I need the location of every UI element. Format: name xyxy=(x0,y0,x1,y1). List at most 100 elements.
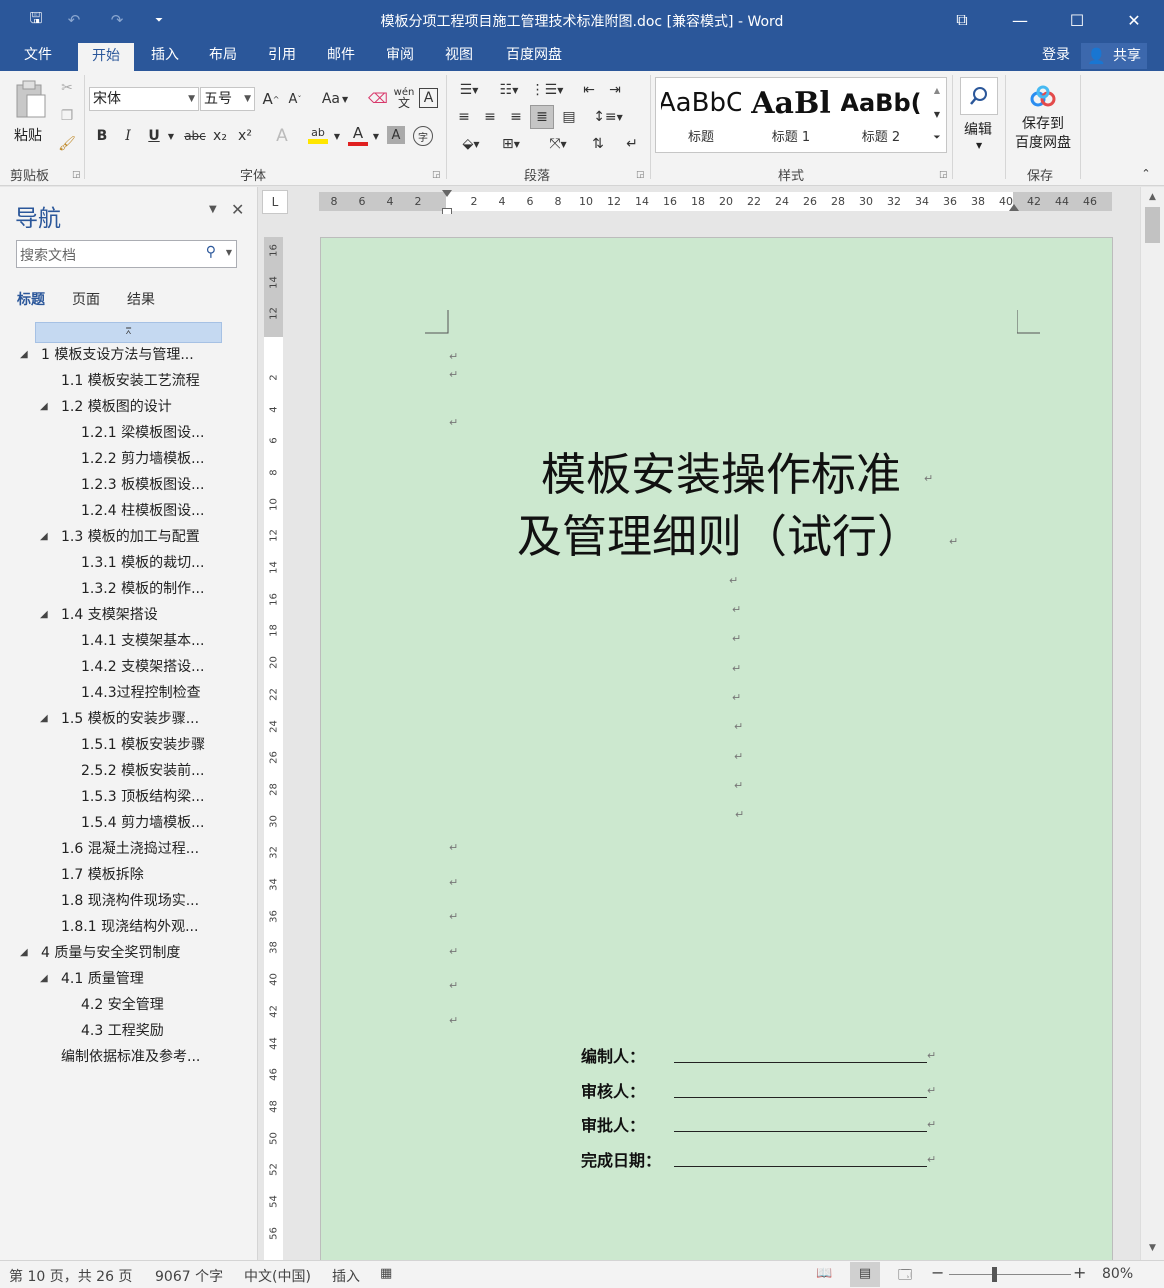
expand-triangle-icon[interactable]: ◢ xyxy=(40,966,48,992)
nav-heading-item[interactable]: 1.8.1 现浇结构外观... xyxy=(0,914,250,940)
document-page[interactable]: 模板安装操作标准 ↵ 及管理细则（试行） ↵ ↵ ↵ ↵ ↵ ↵ ↵ ↵ ↵ ↵ ↵ ↵ ↵ ↵ ↵ ↵ ↵ ↵… xyxy=(320,237,1113,1260)
clipboard-launcher-icon[interactable]: ◲ xyxy=(72,170,81,180)
chinese-layout-button[interactable]: ⤧ ▼ xyxy=(540,133,576,155)
nav-tab-results[interactable]: 结果 xyxy=(127,289,155,309)
styles-scroll-down-icon[interactable]: ▼ xyxy=(929,103,945,125)
web-layout-icon[interactable]: 🗔 xyxy=(898,1266,912,1288)
signature-date-line[interactable] xyxy=(674,1166,927,1167)
decrease-indent-icon[interactable]: ⇤ xyxy=(578,79,600,101)
signature-reviewer-line[interactable] xyxy=(674,1097,927,1098)
expand-triangle-icon[interactable]: ◢ xyxy=(40,602,48,628)
zoom-in-button[interactable]: + xyxy=(1073,1263,1086,1282)
save-to-baidu-button[interactable]: 保存到 百度网盘 xyxy=(1010,81,1076,159)
paragraph-launcher-icon[interactable]: ◲ xyxy=(636,170,645,180)
collapse-all-bar[interactable]: ⩞ xyxy=(35,322,222,343)
signature-compiler-line[interactable] xyxy=(674,1062,927,1063)
nav-heading-item[interactable]: 1.4.2 支模架搭设... xyxy=(0,654,250,680)
zoom-out-button[interactable]: − xyxy=(931,1263,944,1282)
align-center-icon[interactable]: ≡ xyxy=(479,106,501,128)
ribbon-display-options-icon[interactable]: ⧉ xyxy=(934,0,990,40)
strikethrough-button[interactable]: abc xyxy=(182,125,208,147)
numbering-button[interactable]: ☷ ▼ xyxy=(492,79,526,101)
nav-tab-pages[interactable]: 页面 xyxy=(72,289,100,309)
nav-heading-item[interactable]: 编制依据标准及参考... xyxy=(0,1044,250,1070)
bullets-button[interactable]: ☰ ▼ xyxy=(452,79,486,101)
nav-heading-item[interactable]: ◢ 1 模板支设方法与管理... xyxy=(0,342,250,368)
expand-triangle-icon[interactable]: ◢ xyxy=(40,394,48,420)
minimize-button[interactable]: — xyxy=(992,0,1048,40)
nav-heading-item[interactable]: 1.2.2 剪力墙模板... xyxy=(0,446,250,472)
nav-heading-item[interactable]: 1.6 混凝土浇捣过程... xyxy=(0,836,250,862)
nav-heading-item[interactable]: 1.5.1 模板安装步骤 xyxy=(0,732,250,758)
nav-heading-item[interactable]: 1.7 模板拆除 xyxy=(0,862,250,888)
nav-options-icon[interactable]: ▼ xyxy=(209,204,217,215)
word-count-status[interactable]: 9067 个字 xyxy=(155,1266,223,1286)
zoom-slider-thumb[interactable] xyxy=(992,1267,997,1282)
styles-launcher-icon[interactable]: ◲ xyxy=(939,170,948,180)
read-mode-icon[interactable]: 📖 xyxy=(816,1266,832,1281)
editing-button[interactable]: 编辑 ▼ xyxy=(958,77,1002,157)
distributed-icon[interactable]: ▤ xyxy=(558,106,580,128)
tab-view[interactable]: 视图 xyxy=(433,40,485,71)
nav-heading-item[interactable]: ◢ 1.5 模板的安装步骤... xyxy=(0,706,250,732)
copy-icon[interactable]: ❐ xyxy=(58,107,76,125)
nav-close-icon[interactable]: ✕ xyxy=(231,200,244,219)
tab-selector[interactable]: L xyxy=(262,190,288,214)
nav-heading-item[interactable]: 1.5.4 剪力墙模板... xyxy=(0,810,250,836)
sign-in-link[interactable]: 登录 xyxy=(1042,40,1070,71)
tab-layout[interactable]: 布局 xyxy=(197,40,249,71)
search-dropdown-icon[interactable]: ▼ xyxy=(226,248,232,257)
subscript-button[interactable]: x₂ xyxy=(210,125,230,147)
align-left-icon[interactable]: ≡ xyxy=(453,106,475,128)
language-status[interactable]: 中文(中国) xyxy=(244,1266,311,1286)
insert-mode-status[interactable]: 插入 xyxy=(332,1266,360,1286)
expand-triangle-icon[interactable]: ◢ xyxy=(20,342,28,368)
maximize-button[interactable]: ☐ xyxy=(1049,0,1105,40)
cut-icon[interactable]: ✂ xyxy=(58,79,76,97)
tab-file[interactable]: 文件 xyxy=(10,40,66,71)
borders-button[interactable]: ⊞ ▼ xyxy=(493,133,529,155)
nav-heading-item[interactable]: 1.3.2 模板的制作... xyxy=(0,576,250,602)
signature-approver-line[interactable] xyxy=(674,1131,927,1132)
tab-insert[interactable]: 插入 xyxy=(139,40,191,71)
nav-heading-item[interactable]: 1.2.4 柱模板图设... xyxy=(0,498,250,524)
style-heading1-preview[interactable]: AaBl xyxy=(751,82,831,124)
nav-search-input[interactable]: 搜索文档 ⚲ ▼ xyxy=(16,240,237,268)
underline-dropdown-icon[interactable]: ▼ xyxy=(166,129,176,143)
increase-indent-icon[interactable]: ⇥ xyxy=(604,79,626,101)
show-marks-icon[interactable]: ↵ xyxy=(620,133,644,155)
document-title-line-1[interactable]: 模板安装操作标准 xyxy=(541,438,901,503)
macro-record-icon[interactable]: ▦ xyxy=(380,1266,392,1281)
nav-heading-item[interactable]: 1.8 现浇构件现场实... xyxy=(0,888,250,914)
character-border-button[interactable]: A xyxy=(419,88,438,108)
grow-font-button[interactable]: A ^ xyxy=(261,89,281,109)
tab-home[interactable]: 开始 xyxy=(78,43,134,71)
phonetic-guide-button[interactable]: wén 文 xyxy=(393,85,415,111)
character-shading-button[interactable]: A xyxy=(387,126,405,144)
underline-button[interactable]: U xyxy=(144,125,164,147)
vertical-ruler[interactable]: 16 14 12 2 4 6 8 10 12 14 16 18 20 22 24 26 28 30 32 34 36 38… xyxy=(264,237,283,1260)
change-case-button[interactable]: Aa ▼ xyxy=(318,89,352,109)
scroll-up-icon[interactable]: ▲ xyxy=(1141,189,1164,206)
highlight-button[interactable]: ab xyxy=(306,123,330,147)
scroll-thumb[interactable] xyxy=(1145,207,1160,243)
expand-triangle-icon[interactable]: ◢ xyxy=(20,940,28,966)
nav-heading-item[interactable]: 4.3 工程奖励 xyxy=(0,1018,250,1044)
nav-heading-item[interactable]: 1.2.3 板模板图设... xyxy=(0,472,250,498)
search-icon[interactable]: ⚲ xyxy=(206,244,216,260)
sort-icon[interactable]: ⇅ xyxy=(586,133,610,155)
clear-format-icon[interactable]: ⌫ xyxy=(368,89,388,109)
nav-heading-item[interactable]: ◢ 1.2 模板图的设计 xyxy=(0,394,250,420)
superscript-button[interactable]: x² xyxy=(235,125,255,147)
multilevel-list-button[interactable]: ⋮☰ ▼ xyxy=(530,79,564,101)
nav-heading-item[interactable]: 1.4.1 支模架基本... xyxy=(0,628,250,654)
expand-triangle-icon[interactable]: ◢ xyxy=(40,706,48,732)
nav-heading-item[interactable]: 1.4.3过程控制检查 xyxy=(0,680,250,706)
tab-baidu-netdisk[interactable]: 百度网盘 xyxy=(496,40,572,71)
nav-heading-item[interactable]: ◢ 1.3 模板的加工与配置 xyxy=(0,524,250,550)
bold-button[interactable]: B xyxy=(92,125,112,147)
text-effects-button[interactable]: A xyxy=(270,125,294,147)
format-painter-icon[interactable]: 🖌 xyxy=(58,135,76,153)
shading-button[interactable]: ⬙ ▼ xyxy=(453,133,489,155)
highlight-dropdown-icon[interactable]: ▼ xyxy=(332,129,342,143)
